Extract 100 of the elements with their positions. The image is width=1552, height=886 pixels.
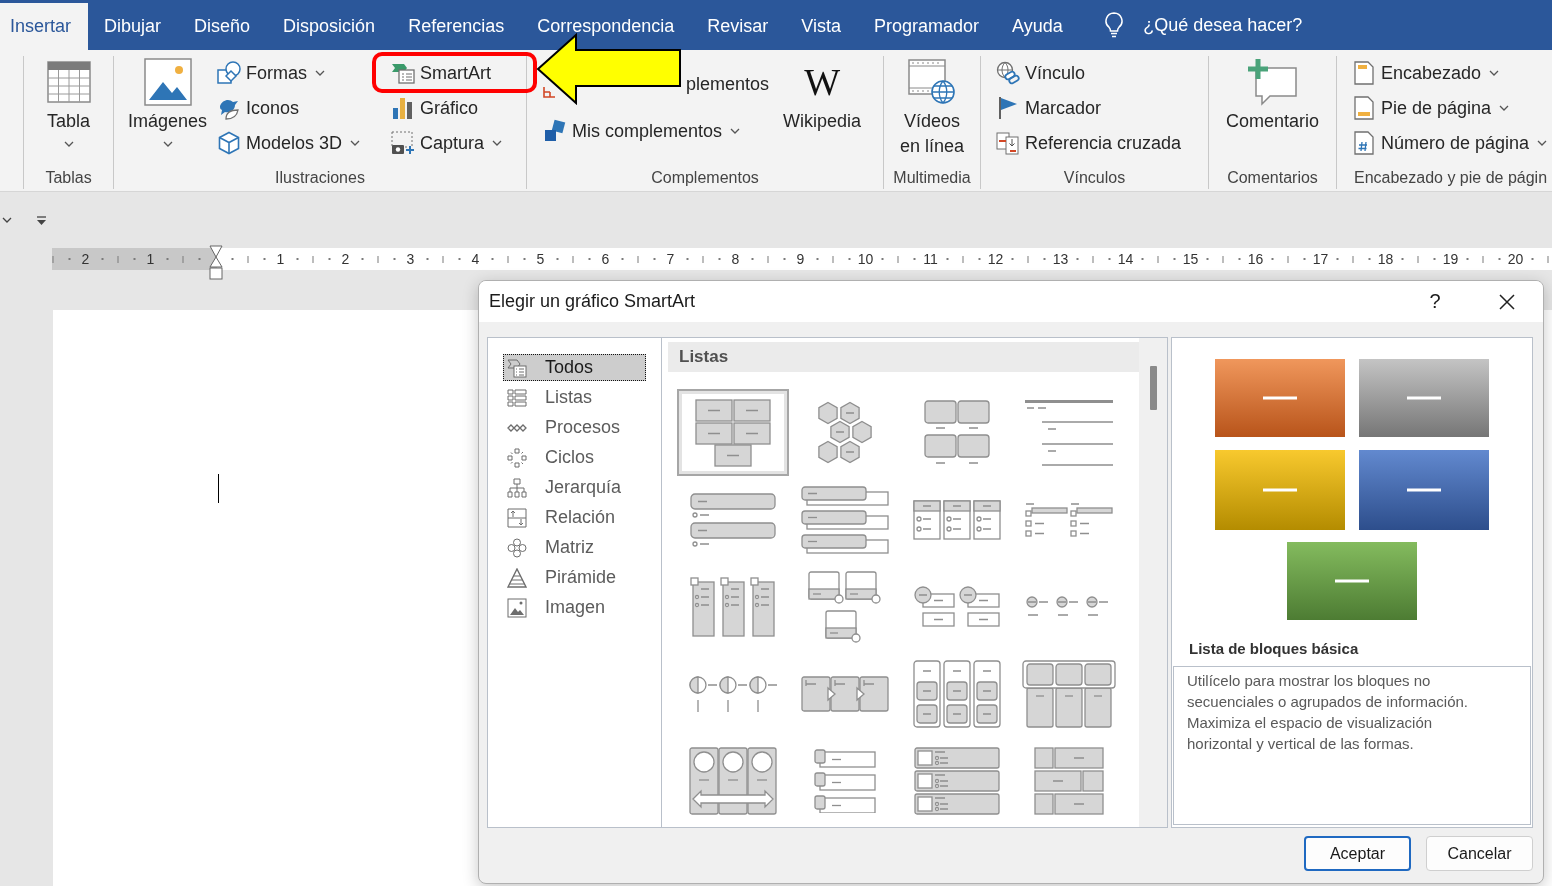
hexagon-cluster-icon [817,401,873,464]
tell-me-button[interactable]: ¿Qué desea hacer? [1105,0,1307,50]
ribbon-tab[interactable]: Diseño [177,3,267,50]
chart-button[interactable]: Gráfico [389,92,481,124]
shapes-list-icon [507,357,527,378]
layout-option[interactable] [689,575,777,638]
category-item[interactable]: Matriz [503,534,646,561]
chevron-down-icon [162,141,173,147]
bookmark-button[interactable]: Marcador [994,92,1104,124]
icons-button[interactable]: Iconos [215,92,302,124]
layout-option[interactable] [912,584,1002,629]
wikipedia-button[interactable]: W Wikipedia [779,56,866,138]
cancel-button[interactable]: Cancelar [1426,836,1533,871]
online-video-button[interactable]: Vídeos en línea [884,56,980,163]
layout-option[interactable] [688,745,778,816]
layout-option[interactable] [1023,398,1115,467]
line-list-icon [1024,399,1114,466]
layout-option[interactable] [677,389,789,476]
store-button[interactable]: plementos [684,68,772,101]
bar-list-icon [690,492,776,547]
ruler-number: 5 [536,251,545,267]
screenshot-button[interactable]: Captura [389,127,505,159]
3d-models-button[interactable]: Modelos 3D [215,127,363,159]
hierarchy-icon [507,477,527,498]
pictures-button[interactable]: Imágenes [124,56,212,151]
category-item[interactable]: Todos [503,354,646,381]
indent-marker-icon[interactable] [208,245,223,280]
ribbon-tab[interactable]: Programador [857,3,996,50]
scrollbar[interactable] [1139,338,1167,827]
ruler-number: 7 [666,251,675,267]
layout-option[interactable] [816,400,874,465]
process-blocks-icon [801,675,889,712]
globe-link-icon [996,61,1020,85]
category-item[interactable]: Procesos [503,414,646,441]
ruler-number: 4 [471,251,480,267]
group-label: Multimedia [893,168,971,188]
layout-option[interactable] [1021,658,1117,729]
category-item[interactable]: Jerarquía [503,474,646,501]
customize-menu-icon[interactable] [37,215,46,225]
ribbon-tab[interactable]: Dibujar [87,3,178,50]
accept-button[interactable]: Aceptar [1304,836,1411,871]
page-header-icon [1352,61,1376,85]
cube-icon [217,131,242,155]
cross-reference-button[interactable]: Referencia cruzada [994,127,1184,159]
chevron-down-icon [63,141,74,147]
layout-option[interactable] [813,747,877,814]
help-button[interactable]: ? [1412,284,1458,319]
layout-option[interactable] [912,658,1002,729]
stacked-columns-icon [913,659,1001,728]
layout-option[interactable] [1033,745,1105,816]
logo-letter: W [804,63,840,101]
ruler-number: 1 [276,251,285,267]
category-item[interactable]: Ciclos [503,444,646,471]
ruler-number: 11 [923,251,938,267]
comment-plus-icon [1246,58,1299,106]
picture-icon [143,58,192,106]
scrollbar-thumb[interactable] [1149,366,1157,410]
layout-option[interactable] [1024,500,1114,539]
close-icon [1499,293,1515,310]
column-list-icon [690,576,776,637]
shapes-button[interactable]: Formas [215,57,328,89]
ribbon-tab[interactable]: Vista [784,3,858,50]
tile-grid-icon [924,399,990,466]
ruler-number: 15 [1182,251,1199,267]
cycle-icon [507,447,527,468]
category-item[interactable]: Pirámide [503,564,646,591]
ribbon-tab[interactable]: Correspondencia [520,3,691,50]
footer-button[interactable]: Pie de página [1350,92,1512,124]
layout-option[interactable] [923,398,991,467]
ribbon-tab[interactable]: Disposición [266,3,392,50]
layout-option[interactable] [687,673,779,714]
layout-option[interactable] [800,484,890,555]
block-list-icon [695,398,771,467]
ribbon-tab[interactable]: Referencias [391,3,521,50]
category-item[interactable]: Relación [503,504,646,531]
arrows-box-icon [507,507,527,528]
header-button[interactable]: Encabezado [1350,57,1502,89]
layout-title: Lista de bloques básica [1189,639,1359,659]
group-label: Complementos [651,168,759,188]
category-item[interactable]: Listas [503,384,646,411]
comment-button[interactable]: Comentario [1221,56,1323,138]
ruler-number: 16 [1247,251,1264,267]
page-number-button[interactable]: Número de página [1350,127,1550,159]
ribbon-tab[interactable]: Insertar [0,3,88,50]
layout-option[interactable] [912,498,1002,541]
layout-option[interactable] [913,745,1001,816]
chevron-down-icon[interactable] [2,217,12,223]
layout-option[interactable] [689,491,777,548]
brick-grid-icon [1034,746,1104,815]
layout-option[interactable] [800,674,890,713]
ribbon-tab[interactable]: Ayuda [995,3,1080,50]
group-label: Comentarios [1227,168,1318,188]
category-item[interactable]: Imagen [503,594,646,621]
ribbon-tab[interactable]: Revisar [690,3,785,50]
layout-option[interactable] [807,569,883,644]
table-button[interactable]: Tabla [42,56,95,151]
my-addins-button[interactable]: Mis complementos [541,115,743,148]
group-label: Ilustraciones [275,168,365,188]
link-button[interactable]: Vínculo [994,57,1088,89]
dialog-title: Elegir un gráfico SmartArt [489,291,696,312]
